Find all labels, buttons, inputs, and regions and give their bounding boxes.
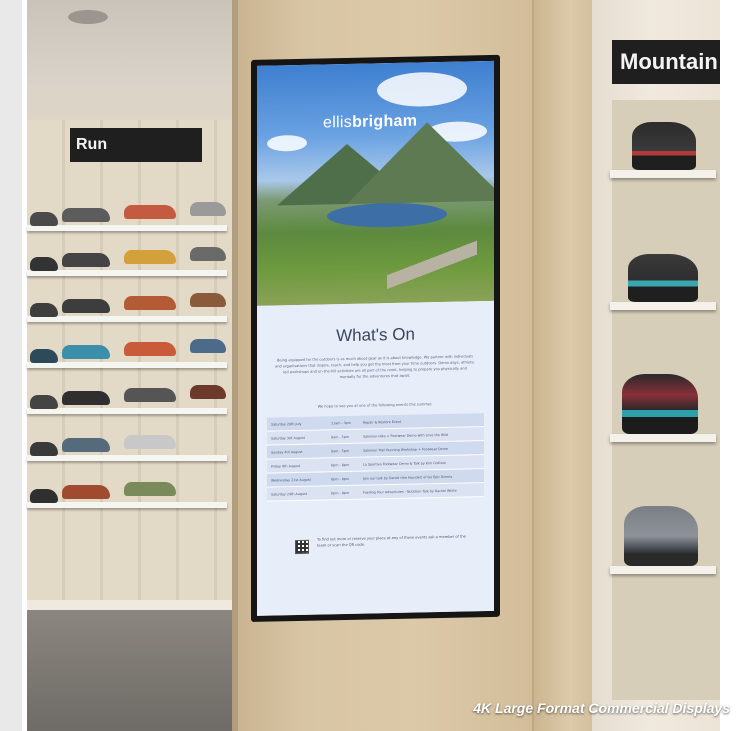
caption-overlay: 4K Large Format Commercial Displays [473, 700, 730, 716]
right-border [720, 0, 737, 731]
footpath [387, 236, 477, 299]
shoe [30, 349, 58, 363]
shoe [30, 303, 58, 317]
shelf [27, 270, 227, 276]
shelf [610, 434, 716, 442]
whats-on-panel: What's On Being equipped for the outdoor… [257, 300, 494, 616]
shoe [124, 296, 176, 310]
display-screen: ellisbrigham What's On Being equipped fo… [257, 60, 494, 616]
shoe [62, 438, 110, 452]
shelf [27, 316, 227, 322]
shoe [62, 299, 110, 313]
shelf [27, 455, 227, 461]
lake-district-photo: ellisbrigham [257, 60, 494, 306]
shoe [62, 391, 110, 405]
events-table: Saturday 20th July 11am - 3pm Repair & R… [267, 413, 484, 502]
cloud [377, 71, 467, 108]
shoe [124, 435, 176, 449]
ceiling-spotlight [68, 10, 108, 24]
shoe [30, 257, 58, 271]
shelf [27, 408, 227, 414]
shoe [190, 202, 226, 216]
shoe [30, 395, 58, 409]
lake [327, 201, 447, 229]
shelf [27, 502, 227, 508]
mountain [347, 120, 494, 204]
shoe [62, 345, 110, 359]
shoe [124, 250, 176, 264]
shoe [190, 385, 226, 399]
mountain-section-sign: Mountain [612, 40, 720, 84]
digital-signage-display: ellisbrigham What's On Being equipped fo… [251, 54, 500, 623]
store-scene: Run ellisbrigham What's On Being equippe… [0, 0, 737, 731]
shoe [124, 205, 176, 219]
shoe [30, 442, 58, 456]
shoe [30, 212, 58, 226]
run-section-sign: Run [70, 128, 202, 162]
shoe [190, 247, 226, 261]
qr-code-icon [295, 539, 309, 555]
shelf [610, 566, 716, 574]
intro-text: Being equipped for the outdoors is as mu… [275, 354, 475, 380]
qr-instructions: To find out more or reserve your place a… [317, 534, 466, 548]
shelf [27, 225, 227, 231]
hiking-boot [628, 254, 698, 302]
shoe [124, 342, 176, 356]
shelf [610, 170, 716, 178]
shoe [124, 388, 176, 402]
shoe [190, 339, 226, 353]
whats-on-title: What's On [336, 324, 415, 346]
hiking-boot [624, 506, 698, 566]
shoe [62, 253, 110, 267]
shoe [62, 485, 110, 499]
left-wall [0, 0, 27, 731]
brand-logo: ellisbrigham [323, 112, 418, 132]
shoe [62, 208, 110, 222]
intro-subtext: We hope to see you at one of the followi… [317, 402, 433, 409]
pillar-shadow [232, 0, 238, 731]
shelf [27, 362, 227, 368]
shoe [30, 489, 58, 503]
hiking-boot [632, 122, 696, 170]
shelf [610, 302, 716, 310]
shoe [190, 293, 226, 307]
shoe [124, 482, 176, 496]
ceiling [27, 0, 232, 86]
floor [27, 600, 232, 731]
hiking-boot [622, 374, 698, 434]
